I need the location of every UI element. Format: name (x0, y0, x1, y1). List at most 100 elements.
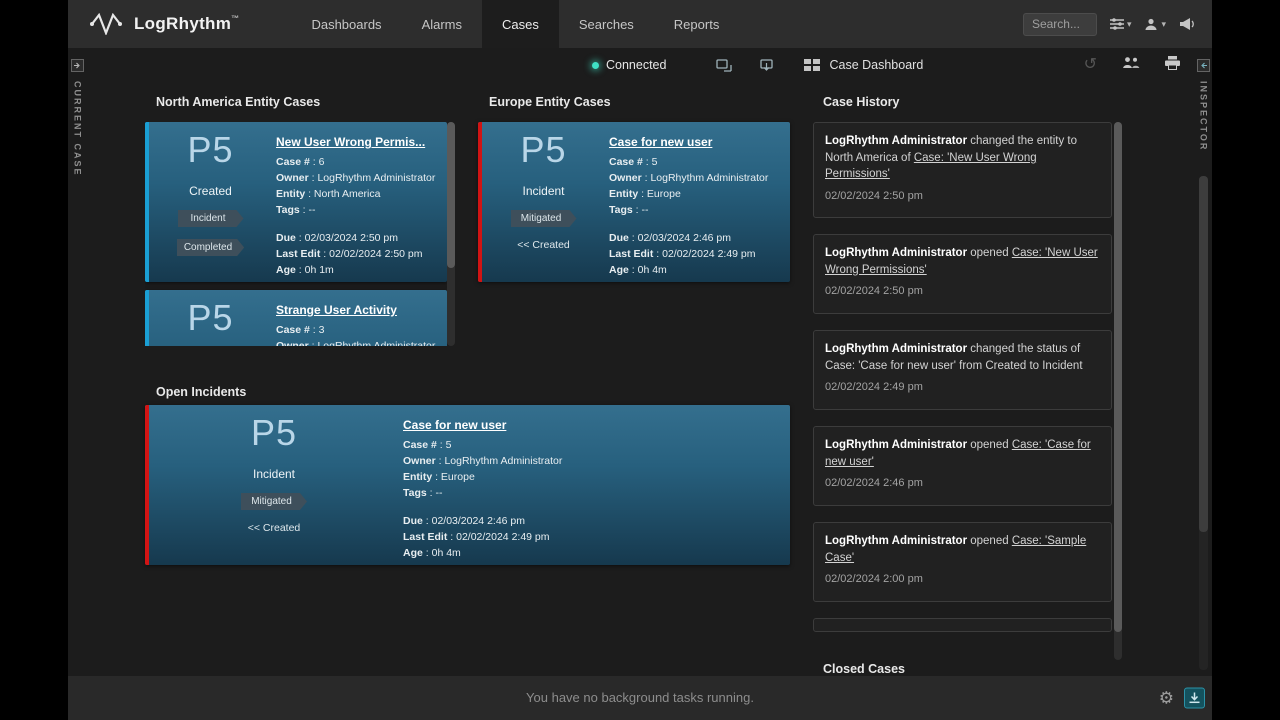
scrollbar-thumb[interactable] (1114, 122, 1122, 632)
status-change-incident-button[interactable]: Incident (178, 210, 244, 227)
settings-menu[interactable]: ▾ (1110, 18, 1132, 30)
field-value: : LogRhythm Administrator (439, 455, 563, 467)
collaborators-button[interactable] (1122, 56, 1140, 74)
case-status: Incident (253, 467, 295, 481)
arrow-left-icon (1200, 62, 1207, 69)
field-age: Age : 0h 4m (609, 262, 780, 278)
field-owner: Owner : LogRhythm Administrator (403, 453, 780, 469)
field-due: Due : 02/03/2024 2:50 pm (276, 230, 437, 246)
history-action: opened (967, 439, 1012, 451)
current-case-tab-label[interactable]: CURRENT CASE (73, 81, 83, 177)
save-layout-button[interactable] (760, 59, 776, 72)
history-entry[interactable]: LogRhythm Administrator opened Case: 'Sa… (813, 522, 1112, 602)
field-value: : 02/02/2024 2:49 pm (450, 531, 549, 543)
user-menu[interactable]: ▾ (1144, 17, 1166, 31)
case-title-link[interactable]: Strange User Activity (276, 303, 437, 317)
status-back-created-link[interactable]: << Created (517, 239, 570, 251)
case-card-left: P5 Created Incident Completed (149, 122, 272, 282)
expand-current-case-button[interactable] (71, 59, 84, 72)
field-label: Entity (609, 188, 638, 200)
na-cases-scrollbar[interactable] (447, 122, 455, 346)
field-label: Owner (609, 172, 642, 184)
main-scrollbar[interactable] (1199, 176, 1208, 670)
tab-dashboards[interactable]: Dashboards (291, 0, 401, 48)
field-label: Age (609, 264, 629, 276)
history-text: LogRhythm Administrator opened Case: 'Ne… (825, 245, 1100, 278)
chevron-down-icon: ▾ (1127, 19, 1132, 30)
field-entity: Entity : North America (276, 186, 437, 202)
history-entry[interactable]: LogRhythm Administrator changed the stat… (813, 330, 1112, 410)
tab-cases[interactable]: Cases (482, 0, 559, 48)
connected-status-dot (592, 62, 599, 69)
case-fields: Case # : 6 Owner : LogRhythm Administrat… (276, 154, 437, 218)
status-change-completed-button[interactable]: Completed (177, 239, 244, 256)
field-value: : -- (303, 204, 316, 216)
case-card[interactable]: P5 Incident Mitigated << Created Case fo… (478, 122, 790, 282)
status-back-created-link[interactable]: << Created (248, 522, 301, 534)
case-toolbar: Connected (87, 48, 1195, 82)
case-title-link[interactable]: Case for new user (609, 135, 780, 149)
case-title-link[interactable]: New User Wrong Permis... (276, 135, 437, 149)
collapse-inspector-button[interactable] (1197, 59, 1210, 72)
field-value: : -- (430, 487, 443, 499)
case-status: Incident (522, 184, 564, 198)
sliders-icon (1110, 18, 1124, 30)
download-icon (1189, 693, 1200, 704)
case-dates: Due : 02/03/2024 2:46 pm Last Edit : 02/… (609, 230, 780, 278)
field-value: : 5 (646, 156, 658, 168)
case-card[interactable]: P5 Created Incident Completed New User W… (145, 122, 447, 282)
field-label: Last Edit (276, 248, 320, 260)
field-last-edit: Last Edit : 02/02/2024 2:50 pm (276, 246, 437, 262)
section-header-europe: Europe Entity Cases (489, 95, 611, 109)
history-text: LogRhythm Administrator changed the stat… (825, 341, 1100, 374)
status-change-mitigated-button[interactable]: Mitigated (241, 493, 307, 510)
background-tasks-download-button[interactable] (1184, 688, 1205, 709)
case-fields: Case # : 3 Owner : LogRhythm Administrat… (276, 322, 437, 346)
field-label: Owner (403, 455, 436, 467)
field-value: : Europe (641, 188, 681, 200)
inspector-tab-label[interactable]: INSPECTOR (1199, 81, 1209, 151)
history-entry[interactable]: LogRhythm Administrator opened Case: 'Ne… (813, 234, 1112, 314)
status-bar: You have no background tasks running. ⚙ (68, 676, 1212, 720)
history-entry[interactable]: LogRhythm Administrator opened Case: 'Ca… (813, 426, 1112, 506)
search-input[interactable] (1023, 13, 1097, 36)
case-history-scrollbar[interactable] (1114, 122, 1122, 660)
field-due: Due : 02/03/2024 2:46 pm (403, 513, 780, 529)
history-text: LogRhythm Administrator opened Case: 'Ca… (825, 437, 1100, 470)
field-value: : LogRhythm Administrator (312, 172, 436, 184)
case-card[interactable]: P5 Incident Mitigated << Created Case fo… (145, 405, 790, 565)
field-value: : 6 (313, 156, 325, 168)
field-case-number: Case # : 5 (403, 437, 780, 453)
field-owner: Owner : LogRhythm Administrator (609, 170, 780, 186)
connected-label: Connected (606, 58, 666, 72)
na-cases-list: P5 Created Incident Completed New User W… (145, 122, 447, 346)
window-popout-button[interactable] (716, 59, 732, 72)
scrollbar-thumb[interactable] (447, 122, 455, 268)
tab-alarms[interactable]: Alarms (402, 0, 482, 48)
arrow-right-icon (74, 62, 81, 69)
user-icon (1144, 17, 1158, 31)
notifications-button[interactable] (1179, 17, 1196, 31)
field-value: : LogRhythm Administrator (645, 172, 769, 184)
tab-searches[interactable]: Searches (559, 0, 654, 48)
case-card[interactable]: P5 Strange User Activity Case # : 3 Owne… (145, 290, 447, 346)
brand-text: LogRhythm (134, 14, 231, 33)
dashboard-content: North America Entity Cases Europe Entity… (87, 82, 1195, 676)
print-button[interactable] (1165, 56, 1180, 75)
status-change-mitigated-button[interactable]: Mitigated (511, 210, 577, 227)
case-status: Created (189, 184, 232, 198)
priority-label: P5 (251, 412, 297, 454)
history-actor: LogRhythm Administrator (825, 535, 967, 547)
window-popout-icon (716, 59, 732, 72)
gear-icon[interactable]: ⚙ (1159, 690, 1174, 707)
dashboard-selector[interactable]: Case Dashboard (804, 58, 923, 72)
case-fields: Case # : 5 Owner : LogRhythm Administrat… (609, 154, 780, 218)
case-title-link[interactable]: Case for new user (403, 418, 780, 432)
inspector-panel-strip: INSPECTOR (1195, 48, 1212, 676)
field-value: : 02/02/2024 2:49 pm (656, 248, 755, 260)
tab-reports[interactable]: Reports (654, 0, 740, 48)
undo-icon[interactable]: ↺ (1084, 57, 1097, 73)
scrollbar-thumb[interactable] (1199, 176, 1208, 532)
history-entry[interactable]: LogRhythm Administrator changed the enti… (813, 122, 1112, 218)
history-entry-partial[interactable] (813, 618, 1112, 632)
